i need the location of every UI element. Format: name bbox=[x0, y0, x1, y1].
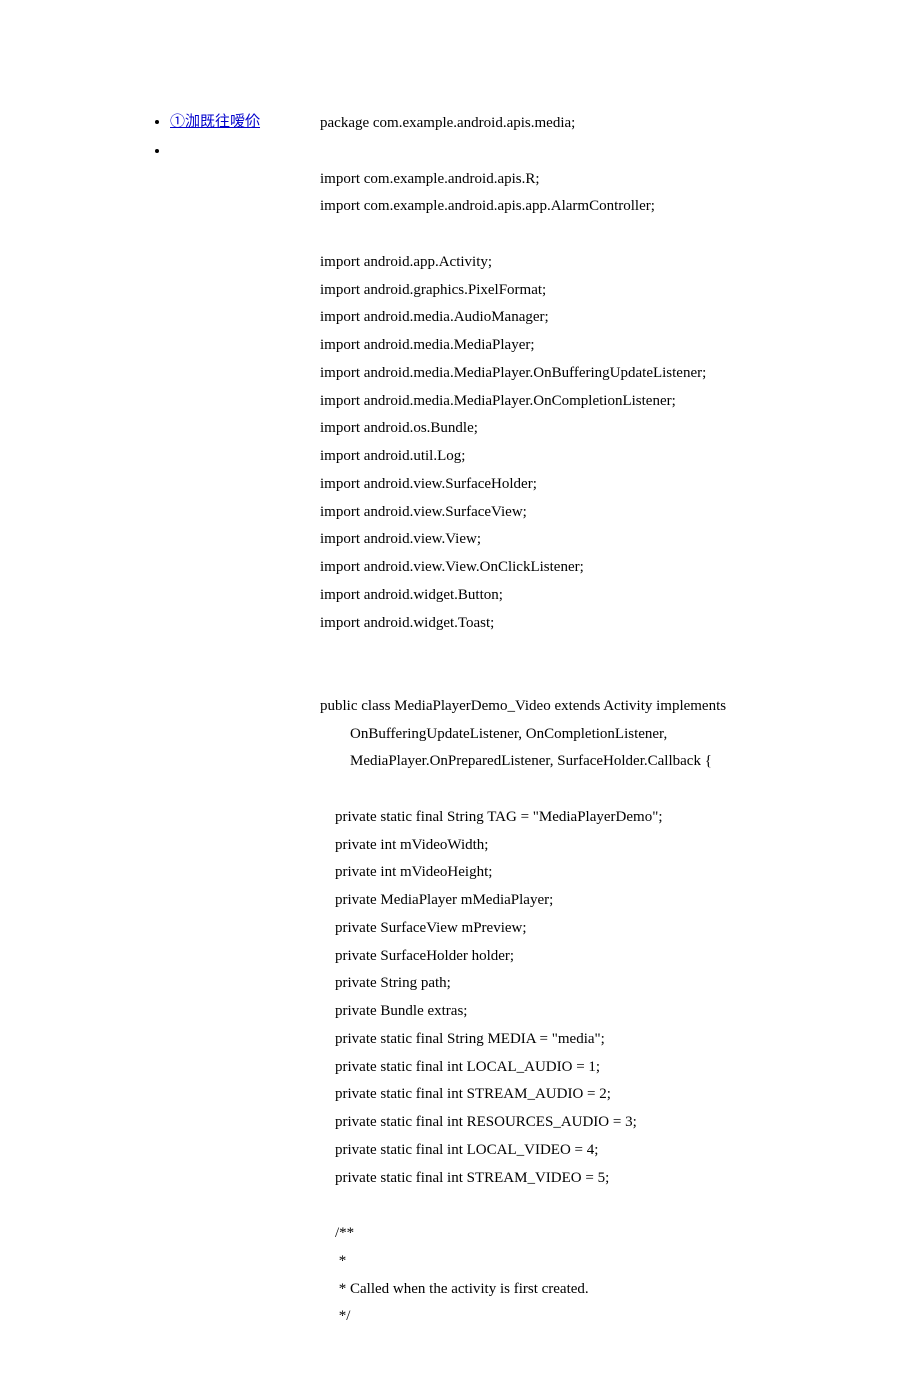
code-line: import android.media.MediaPlayer.OnCompl… bbox=[320, 388, 860, 416]
code-line bbox=[320, 776, 860, 804]
code-line: private static final String MEDIA = "med… bbox=[320, 1026, 860, 1054]
code-line: * Called when the activity is first crea… bbox=[320, 1276, 860, 1304]
code-line: MediaPlayer.OnPreparedListener, SurfaceH… bbox=[320, 748, 860, 776]
code-line bbox=[320, 1192, 860, 1220]
code-line bbox=[320, 138, 860, 166]
code-line: import android.view.View; bbox=[320, 526, 860, 554]
code-line: private int mVideoHeight; bbox=[320, 859, 860, 887]
code-line: private SurfaceView mPreview; bbox=[320, 915, 860, 943]
code-line bbox=[320, 665, 860, 693]
code-line: import android.app.Activity; bbox=[320, 249, 860, 277]
code-line: private MediaPlayer mMediaPlayer; bbox=[320, 887, 860, 915]
code-line: private static final int RESOURCES_AUDIO… bbox=[320, 1109, 860, 1137]
list-item-empty bbox=[170, 143, 320, 160]
code-line: private Bundle extras; bbox=[320, 998, 860, 1026]
code-line: import android.view.SurfaceHolder; bbox=[320, 471, 860, 499]
code-line: */ bbox=[320, 1303, 860, 1331]
code-line: import android.media.MediaPlayer.OnBuffe… bbox=[320, 360, 860, 388]
code-line: import android.widget.Toast; bbox=[320, 610, 860, 638]
code-line: import android.util.Log; bbox=[320, 443, 860, 471]
code-line: /** bbox=[320, 1220, 860, 1248]
code-line: import android.graphics.PixelFormat; bbox=[320, 277, 860, 305]
code-line: import android.media.AudioManager; bbox=[320, 304, 860, 332]
code-line bbox=[320, 221, 860, 249]
code-line: private SurfaceHolder holder; bbox=[320, 943, 860, 971]
sidebar-list: ①泇既往嗳伱 bbox=[150, 110, 320, 160]
code-line: private String path; bbox=[320, 970, 860, 998]
code-line: private static final int LOCAL_AUDIO = 1… bbox=[320, 1054, 860, 1082]
code-line: import android.os.Bundle; bbox=[320, 415, 860, 443]
code-line: public class MediaPlayerDemo_Video exten… bbox=[320, 693, 860, 721]
code-line: import android.view.SurfaceView; bbox=[320, 499, 860, 527]
document-page: ①泇既往嗳伱 package com.example.android.apis.… bbox=[0, 0, 920, 1391]
code-line: private static final String TAG = "Media… bbox=[320, 804, 860, 832]
code-line: OnBufferingUpdateListener, OnCompletionL… bbox=[320, 721, 860, 749]
code-line bbox=[320, 637, 860, 665]
sidebar: ①泇既往嗳伱 bbox=[150, 110, 320, 172]
code-line: import android.view.View.OnClickListener… bbox=[320, 554, 860, 582]
code-line: import com.example.android.apis.R; bbox=[320, 166, 860, 194]
code-line: import android.widget.Button; bbox=[320, 582, 860, 610]
code-line: package com.example.android.apis.media; bbox=[320, 110, 860, 138]
list-item: ①泇既往嗳伱 bbox=[170, 110, 320, 131]
code-content: package com.example.android.apis.media; … bbox=[320, 110, 860, 1331]
code-line: import android.media.MediaPlayer; bbox=[320, 332, 860, 360]
code-line: import com.example.android.apis.app.Alar… bbox=[320, 193, 860, 221]
two-column-layout: ①泇既往嗳伱 package com.example.android.apis.… bbox=[150, 110, 860, 1331]
code-line: * bbox=[320, 1248, 860, 1276]
code-line: private int mVideoWidth; bbox=[320, 832, 860, 860]
author-link[interactable]: ①泇既往嗳伱 bbox=[170, 114, 260, 130]
code-line: private static final int STREAM_AUDIO = … bbox=[320, 1081, 860, 1109]
code-line: private static final int LOCAL_VIDEO = 4… bbox=[320, 1137, 860, 1165]
code-line: private static final int STREAM_VIDEO = … bbox=[320, 1165, 860, 1193]
